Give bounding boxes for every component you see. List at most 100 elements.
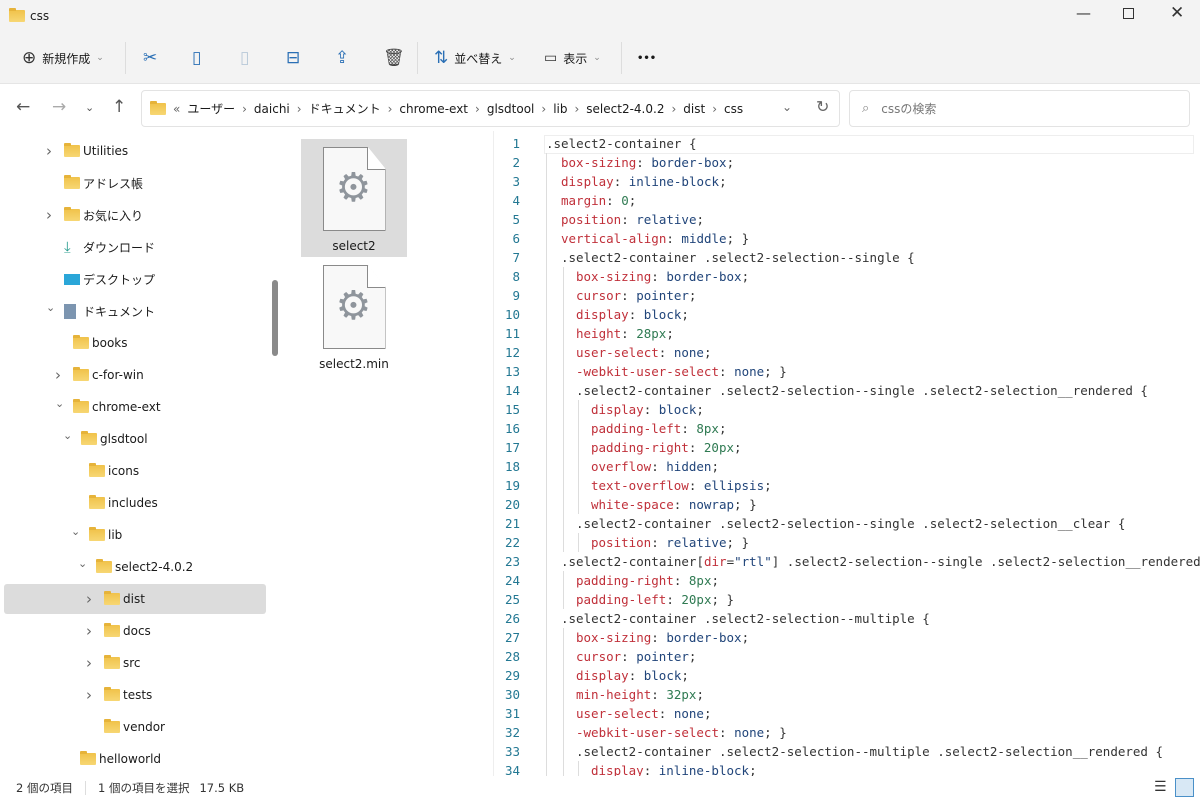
indent-guide [546, 590, 547, 609]
indent-guide [546, 552, 547, 571]
tree-item[interactable]: ⌄ chrome-ext [4, 392, 266, 422]
tree-item[interactable]: デスクトップ [4, 264, 266, 294]
chevron-down-icon[interactable]: ⌄ [78, 557, 87, 570]
breadcrumb-item[interactable]: css [724, 102, 743, 116]
tree-item[interactable]: vendor [4, 712, 266, 742]
tree-item[interactable]: ⌄ lib [4, 520, 266, 550]
chevron-right-icon[interactable]: › [55, 366, 61, 384]
back-button[interactable]: ← [16, 97, 30, 117]
share-button[interactable]: ⇪ [335, 45, 349, 71]
address-bar[interactable]: « ユーザー › daichi › ドキュメント › chrome-ext › glsdtool ›… [141, 90, 840, 127]
chevron-down-icon[interactable]: ⌄ [46, 301, 55, 314]
line-number: 7 [512, 250, 520, 265]
file-item[interactable]: ⚙ select2.min [301, 257, 407, 375]
forward-button[interactable]: → [52, 97, 66, 117]
chevron-right-icon[interactable]: › [86, 590, 92, 608]
tree-item[interactable]: アドレス帳 [4, 168, 266, 198]
chevron-right-icon[interactable]: › [86, 686, 92, 704]
code-token: : [651, 535, 667, 550]
delete-button[interactable]: 🗑 [383, 45, 405, 71]
code-token: inline-block [628, 174, 720, 189]
address-dropdown[interactable]: ⌄ [782, 100, 792, 114]
minimize-button[interactable]: — [1076, 4, 1091, 22]
breadcrumb-item[interactable]: lib [553, 102, 567, 116]
code-token: border-box [666, 269, 742, 284]
copy-button[interactable]: ▯ [192, 45, 201, 71]
breadcrumb-item[interactable]: daichi [254, 102, 290, 116]
new-button[interactable]: ⊕ 新規作成 ⌄ [22, 45, 104, 71]
tree-item[interactable]: › お気に入り [4, 200, 266, 230]
paste-button[interactable]: ▯ [240, 45, 249, 71]
line-number: 27 [504, 630, 520, 645]
chevron-right-icon[interactable]: › [46, 206, 52, 224]
code-token: none [734, 364, 765, 379]
view-button[interactable]: ▭ 表示 ⌄ [544, 45, 601, 71]
tree-item[interactable]: icons [4, 456, 266, 486]
breadcrumb-separator[interactable]: › [297, 102, 302, 116]
breadcrumb-item[interactable]: chrome-ext [399, 102, 468, 116]
breadcrumb-item[interactable]: ドキュメント [309, 100, 381, 117]
indent-guide [546, 362, 547, 381]
breadcrumb-separator[interactable]: › [242, 102, 247, 116]
code-token: padding-right [576, 573, 674, 588]
chevron-right-icon[interactable]: › [46, 142, 52, 160]
indent-guide [546, 666, 547, 685]
tree-item[interactable]: helloworld [4, 744, 266, 774]
code-text: position: relative; [561, 210, 704, 229]
navigation-scrollbar[interactable] [272, 280, 278, 356]
chevron-right-icon[interactable]: › [86, 654, 92, 672]
folder-icon [81, 431, 97, 445]
indent-guide [546, 305, 547, 324]
code-text: display: inline-block; [591, 761, 757, 776]
details-view-button[interactable]: ☰ [1154, 779, 1167, 795]
more-button[interactable]: ••• [637, 45, 656, 71]
recent-dropdown[interactable]: ⌄ [85, 101, 94, 114]
close-button[interactable]: ✕ [1170, 3, 1184, 23]
tree-item[interactable]: › c-for-win [4, 360, 266, 390]
chevron-down-icon[interactable]: ⌄ [71, 525, 80, 538]
breadcrumb-separator[interactable]: › [712, 102, 717, 116]
search-box[interactable]: ⌕ cssの検索 [849, 90, 1190, 127]
chevron-down-icon[interactable]: ⌄ [55, 397, 64, 410]
search-input[interactable]: cssの検索 [881, 100, 936, 117]
code-token: .select2-container[ [561, 554, 704, 569]
tree-item[interactable]: ⤓ ダウンロード [4, 232, 266, 262]
breadcrumb-separator[interactable]: › [541, 102, 546, 116]
breadcrumb-overflow[interactable]: « [173, 102, 180, 116]
folder-icon [64, 207, 80, 221]
tree-item[interactable]: ⌄ ドキュメント [4, 296, 266, 326]
indent-guide [546, 172, 547, 191]
large-icons-view-button[interactable] [1175, 778, 1194, 797]
maximize-button[interactable] [1123, 8, 1134, 19]
breadcrumb-separator[interactable]: › [475, 102, 480, 116]
tree-item[interactable]: books [4, 328, 266, 358]
breadcrumb-item[interactable]: glsdtool [487, 102, 535, 116]
breadcrumb-separator[interactable]: › [388, 102, 393, 116]
refresh-icon[interactable]: ↻ [816, 97, 829, 116]
breadcrumb-separator[interactable]: › [574, 102, 579, 116]
tree-item[interactable]: ⌄ glsdtool [4, 424, 266, 454]
tree-item[interactable]: › src [4, 648, 266, 678]
chevron-right-icon[interactable]: › [86, 622, 92, 640]
breadcrumb-item[interactable]: dist [683, 102, 705, 116]
tree-item[interactable]: ⌄ select2-4.0.2 [4, 552, 266, 582]
tree-item[interactable]: › Utilities [4, 136, 266, 166]
tree-item[interactable]: › tests [4, 680, 266, 710]
up-button[interactable]: ↑ [112, 97, 126, 117]
breadcrumb-item[interactable]: ユーザー [187, 100, 235, 117]
tree-item[interactable]: › docs [4, 616, 266, 646]
new-label: 新規作成 [42, 51, 91, 66]
file-item[interactable]: ⚙ select2 [301, 139, 407, 257]
breadcrumb-item[interactable]: select2-4.0.2 [586, 102, 664, 116]
trash-icon: 🗑 [383, 47, 405, 68]
cut-button[interactable]: ✂ [143, 45, 157, 71]
rename-button[interactable]: ⊟ [286, 45, 300, 71]
sort-button[interactable]: ⇅ 並べ替え ⌄ [434, 45, 516, 71]
code-token: user-select [576, 345, 659, 360]
tree-item[interactable]: includes [4, 488, 266, 518]
chevron-down-icon[interactable]: ⌄ [63, 429, 72, 442]
code-token: display [576, 307, 629, 322]
breadcrumb-separator[interactable]: › [671, 102, 676, 116]
indent-guide [563, 400, 564, 419]
tree-item[interactable]: › dist [4, 584, 266, 614]
